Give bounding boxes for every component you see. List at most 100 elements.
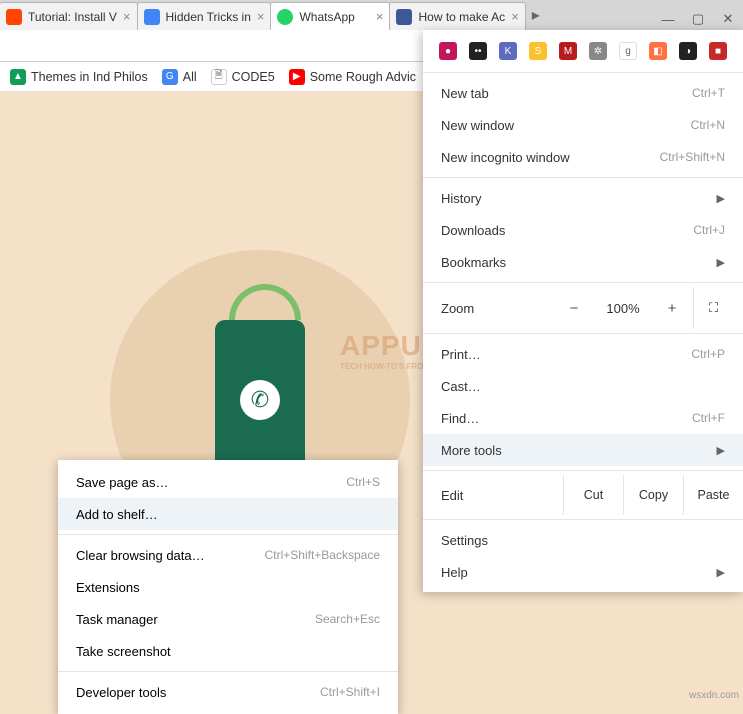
submenu-arrow-icon: ▶	[717, 256, 725, 269]
shortcut: Ctrl+N	[691, 118, 725, 132]
close-icon[interactable]: ×	[511, 9, 519, 24]
gear-icon[interactable]: ✲	[589, 42, 607, 60]
submenu-developer-tools[interactable]: Developer tools Ctrl+Shift+I	[58, 676, 398, 708]
menu-label: Find…	[441, 411, 479, 426]
menu-more-tools[interactable]: More tools ▶	[423, 434, 743, 466]
tab-label: WhatsApp	[299, 10, 369, 24]
ext-icon[interactable]: S	[529, 42, 547, 60]
appuals-icon	[396, 9, 412, 25]
shortcut: Ctrl+Shift+Backspace	[265, 548, 380, 562]
menu-label: Save page as…	[76, 475, 169, 490]
reddit-icon	[6, 9, 22, 25]
menu-new-incognito[interactable]: New incognito window Ctrl+Shift+N	[423, 141, 743, 173]
whatsapp-logo-icon: ✆	[240, 380, 280, 420]
menu-history[interactable]: History ▶	[423, 182, 743, 214]
tab-hidden-tricks[interactable]: Hidden Tricks in ×	[137, 2, 272, 30]
shortcut: Ctrl+F	[692, 411, 725, 425]
separator	[423, 282, 743, 283]
shortcut: Ctrl+S	[346, 475, 380, 489]
menu-print[interactable]: Print… Ctrl+P	[423, 338, 743, 370]
submenu-extensions[interactable]: Extensions	[58, 571, 398, 603]
tab-label: Hidden Tricks in	[166, 10, 251, 24]
close-icon[interactable]: ×	[123, 9, 131, 24]
submenu-clear-browsing-data[interactable]: Clear browsing data… Ctrl+Shift+Backspac…	[58, 539, 398, 571]
submenu-arrow-icon: ▶	[717, 566, 725, 579]
menu-label: Take screenshot	[76, 644, 171, 659]
google-icon: G	[162, 69, 178, 85]
menu-bookmarks[interactable]: Bookmarks ▶	[423, 246, 743, 278]
separator	[423, 519, 743, 520]
bookmark-item[interactable]: ▶ Some Rough Advic	[289, 69, 416, 85]
bookmark-item[interactable]: 🗎 CODE5	[211, 69, 275, 85]
zoom-value: 100%	[595, 301, 651, 316]
menu-label: Print…	[441, 347, 481, 362]
menu-cast[interactable]: Cast…	[423, 370, 743, 402]
page-icon: 🗎	[211, 69, 227, 85]
menu-label: New incognito window	[441, 150, 570, 165]
gdocs-icon	[144, 9, 160, 25]
menu-new-tab[interactable]: New tab Ctrl+T	[423, 77, 743, 109]
submenu-take-screenshot[interactable]: Take screenshot	[58, 635, 398, 667]
separator	[423, 333, 743, 334]
more-tools-submenu: Save page as… Ctrl+S Add to shelf… Clear…	[58, 460, 398, 714]
paste-button[interactable]: Paste	[683, 475, 743, 515]
separator	[58, 671, 398, 672]
window-controls: — ▢ ✕	[653, 8, 743, 30]
separator	[423, 177, 743, 178]
maximize-button[interactable]: ▢	[683, 8, 713, 30]
menu-edit-row: Edit Cut Copy Paste	[423, 475, 743, 515]
close-window-button[interactable]: ✕	[713, 8, 743, 30]
shortcut: Search+Esc	[315, 612, 380, 626]
fullscreen-icon[interactable]: ⛶	[693, 287, 733, 329]
tab-tutorial[interactable]: Tutorial: Install V ×	[0, 2, 138, 30]
close-icon[interactable]: ×	[376, 9, 384, 24]
menu-settings[interactable]: Settings	[423, 524, 743, 556]
whatsapp-icon	[277, 9, 293, 25]
shortcut: Ctrl+Shift+I	[320, 685, 380, 699]
menu-label: Settings	[441, 533, 488, 548]
zoom-label: Zoom	[441, 301, 553, 316]
bookmark-item[interactable]: G All	[162, 69, 197, 85]
image-credit: wsxdn.com	[689, 690, 739, 701]
submenu-arrow-icon: ▶	[717, 444, 725, 457]
tab-whatsapp[interactable]: WhatsApp ×	[270, 2, 390, 30]
ext-icon[interactable]: ■	[709, 42, 727, 60]
ext-icon[interactable]: ◑	[679, 42, 697, 60]
submenu-save-page[interactable]: Save page as… Ctrl+S	[58, 466, 398, 498]
tab-how-to[interactable]: How to make Ac ×	[389, 2, 525, 30]
submenu-add-to-shelf[interactable]: Add to shelf…	[58, 498, 398, 530]
tab-label: How to make Ac	[418, 10, 505, 24]
tab-strip: Tutorial: Install V × Hidden Tricks in ×…	[0, 0, 743, 30]
menu-label: Task manager	[76, 612, 158, 627]
menu-label: Bookmarks	[441, 255, 506, 270]
menu-label: Extensions	[76, 580, 140, 595]
ext-icon[interactable]: g	[619, 42, 637, 60]
bookmark-label: Themes in Ind Philos	[31, 70, 148, 84]
zoom-in-button[interactable]: +	[651, 300, 693, 317]
minimize-button[interactable]: —	[653, 8, 683, 30]
cut-button[interactable]: Cut	[563, 475, 623, 515]
menu-label: Add to shelf…	[76, 507, 158, 522]
close-icon[interactable]: ×	[257, 9, 265, 24]
zoom-out-button[interactable]: −	[553, 300, 595, 317]
menu-new-window[interactable]: New window Ctrl+N	[423, 109, 743, 141]
submenu-task-manager[interactable]: Task manager Search+Esc	[58, 603, 398, 635]
menu-find[interactable]: Find… Ctrl+F	[423, 402, 743, 434]
phone-graphic: ✆	[215, 320, 305, 480]
bookmark-item[interactable]: ▲ Themes in Ind Philos	[10, 69, 148, 85]
ext-icon[interactable]: ●	[439, 42, 457, 60]
shortcut: Ctrl+T	[692, 86, 725, 100]
menu-downloads[interactable]: Downloads Ctrl+J	[423, 214, 743, 246]
copy-button[interactable]: Copy	[623, 475, 683, 515]
ext-icon[interactable]: ◧	[649, 42, 667, 60]
menu-label: Developer tools	[76, 685, 166, 700]
menu-label: History	[441, 191, 481, 206]
ext-icon[interactable]: K	[499, 42, 517, 60]
new-tab-button[interactable]: ▸	[526, 2, 546, 30]
ext-icon[interactable]: ••	[469, 42, 487, 60]
ext-icon[interactable]: M	[559, 42, 577, 60]
menu-help[interactable]: Help ▶	[423, 556, 743, 588]
submenu-arrow-icon: ▶	[717, 192, 725, 205]
youtube-icon: ▶	[289, 69, 305, 85]
chrome-main-menu: ● •• K S M ✲ g ◧ ◑ ■ New tab Ctrl+T New …	[423, 30, 743, 592]
